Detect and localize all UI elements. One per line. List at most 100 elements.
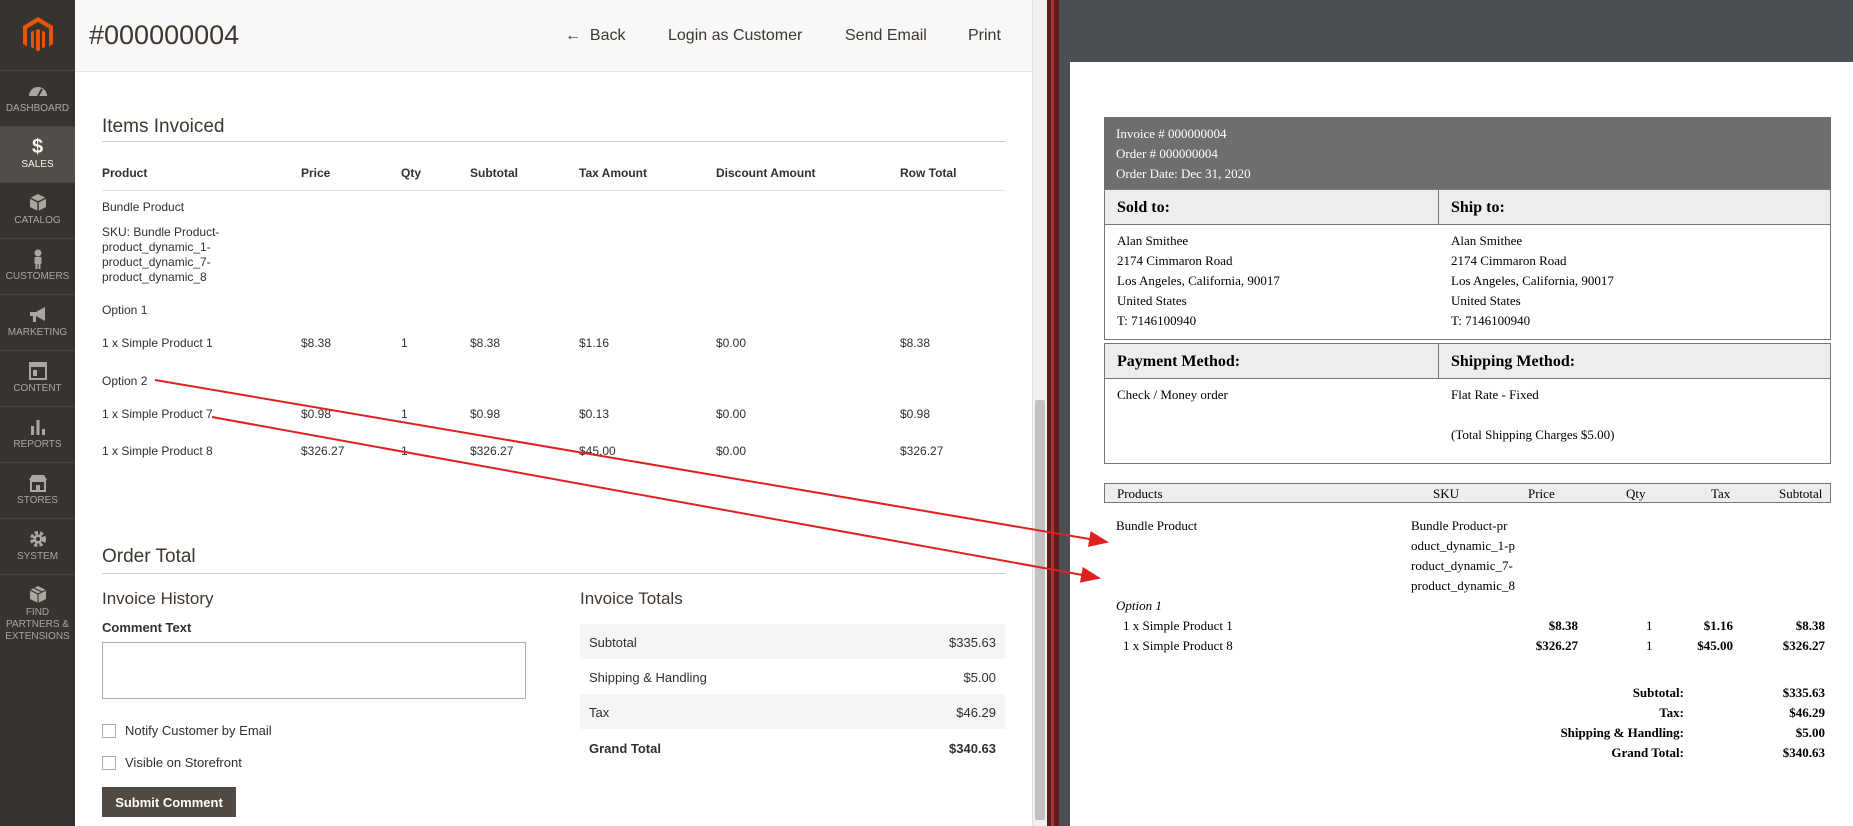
- invoice-number: Invoice # 000000004: [1116, 126, 1227, 141]
- section-divider: [102, 141, 1005, 142]
- address-line: United States: [1117, 293, 1187, 308]
- window-divider-line: [1051, 0, 1054, 826]
- sidebar-item-stores[interactable]: STORES: [0, 462, 75, 518]
- address-line: Alan Smithee: [1451, 233, 1523, 248]
- megaphone-icon: [0, 301, 75, 327]
- sku-line: product_dynamic_1-: [102, 240, 211, 254]
- print-button[interactable]: Print: [968, 27, 1001, 45]
- bar-chart-icon: [0, 413, 75, 439]
- pdf-tax-cell: $45.00: [1697, 638, 1733, 653]
- login-as-customer-button[interactable]: Login as Customer: [668, 27, 802, 45]
- col-row-total: Row Total: [900, 166, 957, 180]
- pdf-subtotal-cell: $8.38: [1795, 618, 1825, 633]
- subtotal-cell: $0.98: [470, 407, 501, 421]
- pdf-product-cell: 1 x Simple Product 8: [1123, 638, 1233, 653]
- sidebar-item-label: CATALOG: [14, 215, 61, 226]
- pdf-sku-line: Bundle Product-pr: [1411, 518, 1508, 533]
- subtotal-cell: $326.27: [470, 444, 514, 458]
- sidebar-item-marketing[interactable]: MARKETING: [0, 294, 75, 350]
- product-cell: 1 x Simple Product 1: [102, 336, 213, 350]
- pdf-sku-line: oduct_dynamic_1-p: [1411, 538, 1515, 553]
- tax-cell: $45.00: [579, 444, 616, 458]
- sidebar-item-dashboard[interactable]: DASHBOARD: [0, 70, 75, 126]
- box-icon: [0, 189, 75, 215]
- submit-comment-button[interactable]: Submit Comment: [102, 787, 236, 817]
- layout-icon: [0, 357, 75, 383]
- pdf-total-value: $46.29: [1789, 705, 1825, 720]
- sidebar-item-customers[interactable]: CUSTOMERS: [0, 238, 75, 294]
- order-number: Order # 000000004: [1116, 146, 1218, 161]
- send-email-button[interactable]: Send Email: [845, 27, 927, 45]
- address-line: Los Angeles, California, 90017: [1451, 273, 1614, 288]
- sidebar-item-partners[interactable]: FIND PARTNERS & EXTENSIONS: [0, 574, 75, 642]
- pdf-col-subtotal: Subtotal: [1779, 486, 1823, 501]
- discount-cell: $0.00: [716, 444, 747, 458]
- sidebar-item-sales[interactable]: $ SALES: [0, 126, 75, 182]
- row-total-cell: $0.98: [900, 407, 931, 421]
- sidebar-item-label: MARKETING: [7, 327, 68, 338]
- tax-cell: $1.16: [579, 336, 610, 350]
- method-box-divider: [1438, 344, 1439, 379]
- sidebar-item-system[interactable]: SYSTEM: [0, 518, 75, 574]
- pdf-total-label: Subtotal:: [1632, 685, 1684, 700]
- pdf-col-tax: Tax: [1711, 486, 1731, 501]
- order-date: Order Date: Dec 31, 2020: [1116, 166, 1251, 181]
- address-line: T: 7146100940: [1117, 313, 1197, 328]
- subtotal-cell: $8.38: [470, 336, 501, 350]
- order-total-title: Order Total: [102, 546, 196, 567]
- scrollbar-thumb[interactable]: [1035, 400, 1045, 820]
- address-line: United States: [1451, 293, 1521, 308]
- totals-value: $46.29: [956, 705, 996, 720]
- sidebar-item-label: SALES: [21, 159, 54, 170]
- sidebar-item-catalog[interactable]: CATALOG: [0, 182, 75, 238]
- notify-customer-label: Notify Customer by Email: [125, 723, 272, 738]
- back-label: Back: [589, 27, 626, 44]
- ship-to-heading: Ship to:: [1451, 199, 1505, 216]
- gear-icon: [0, 525, 75, 551]
- address-box-divider: [1438, 190, 1439, 225]
- qty-cell: 1: [401, 407, 408, 421]
- pdf-product-cell: 1 x Simple Product 1: [1123, 618, 1233, 633]
- option-label: Option 1: [102, 303, 148, 317]
- sidebar-item-label: STORES: [17, 495, 58, 506]
- price-cell: $0.98: [301, 407, 332, 421]
- sidebar-item-reports[interactable]: REPORTS: [0, 406, 75, 462]
- totals-value: $5.00: [963, 670, 996, 685]
- back-button[interactable]: ← Back: [565, 27, 625, 45]
- method-box: Payment Method: Shipping Method: Check /…: [1104, 343, 1831, 464]
- pdf-price-cell: $8.38: [1548, 618, 1578, 633]
- pdf-col-sku: SKU: [1433, 486, 1460, 501]
- notify-customer-checkbox[interactable]: [102, 724, 116, 738]
- dollar-icon: $: [31, 136, 44, 158]
- store-icon: [0, 469, 75, 495]
- invoice-history-title: Invoice History: [102, 589, 214, 608]
- sidebar-item-label: FIND PARTNERS & EXTENSIONS: [5, 607, 70, 642]
- admin-main: #000000004 ← Back Login as Customer Send…: [75, 0, 1032, 826]
- totals-row-tax: Tax $46.29: [580, 694, 1005, 729]
- visible-storefront-checkbox[interactable]: [102, 756, 116, 770]
- col-discount-amount: Discount Amount: [716, 166, 816, 180]
- invoice-totals-title: Invoice Totals: [580, 589, 683, 608]
- address-line: T: 7146100940: [1451, 313, 1531, 328]
- pdf-col-price: Price: [1528, 486, 1555, 501]
- totals-label: Grand Total: [589, 741, 661, 756]
- totals-row-grand-total: Grand Total $340.63: [580, 730, 1005, 765]
- section-divider: [102, 573, 1005, 574]
- pdf-invoice-page: Invoice # 000000004 Order # 000000004 Or…: [1070, 62, 1853, 826]
- pdf-total-label: Grand Total:: [1611, 745, 1684, 760]
- pdf-option-label: Option 1: [1116, 598, 1162, 613]
- sidebar-item-label: CONTENT: [13, 383, 62, 394]
- pdf-total-label: Tax:: [1659, 705, 1684, 720]
- address-line: Los Angeles, California, 90017: [1117, 273, 1280, 288]
- sku-line: product_dynamic_7-: [102, 255, 211, 269]
- arrow-left-icon: ←: [565, 27, 581, 44]
- pdf-total-value: $5.00: [1795, 725, 1825, 740]
- address-line: 2174 Cimmaron Road: [1117, 253, 1233, 268]
- magento-logo[interactable]: [0, 0, 75, 70]
- sidebar-item-label: SYSTEM: [16, 551, 59, 562]
- totals-label: Tax: [589, 705, 610, 720]
- price-cell: $8.38: [301, 336, 332, 350]
- sidebar-item-content[interactable]: CONTENT: [0, 350, 75, 406]
- comment-textarea[interactable]: [102, 642, 526, 699]
- address-line: 2174 Cimmaron Road: [1451, 253, 1567, 268]
